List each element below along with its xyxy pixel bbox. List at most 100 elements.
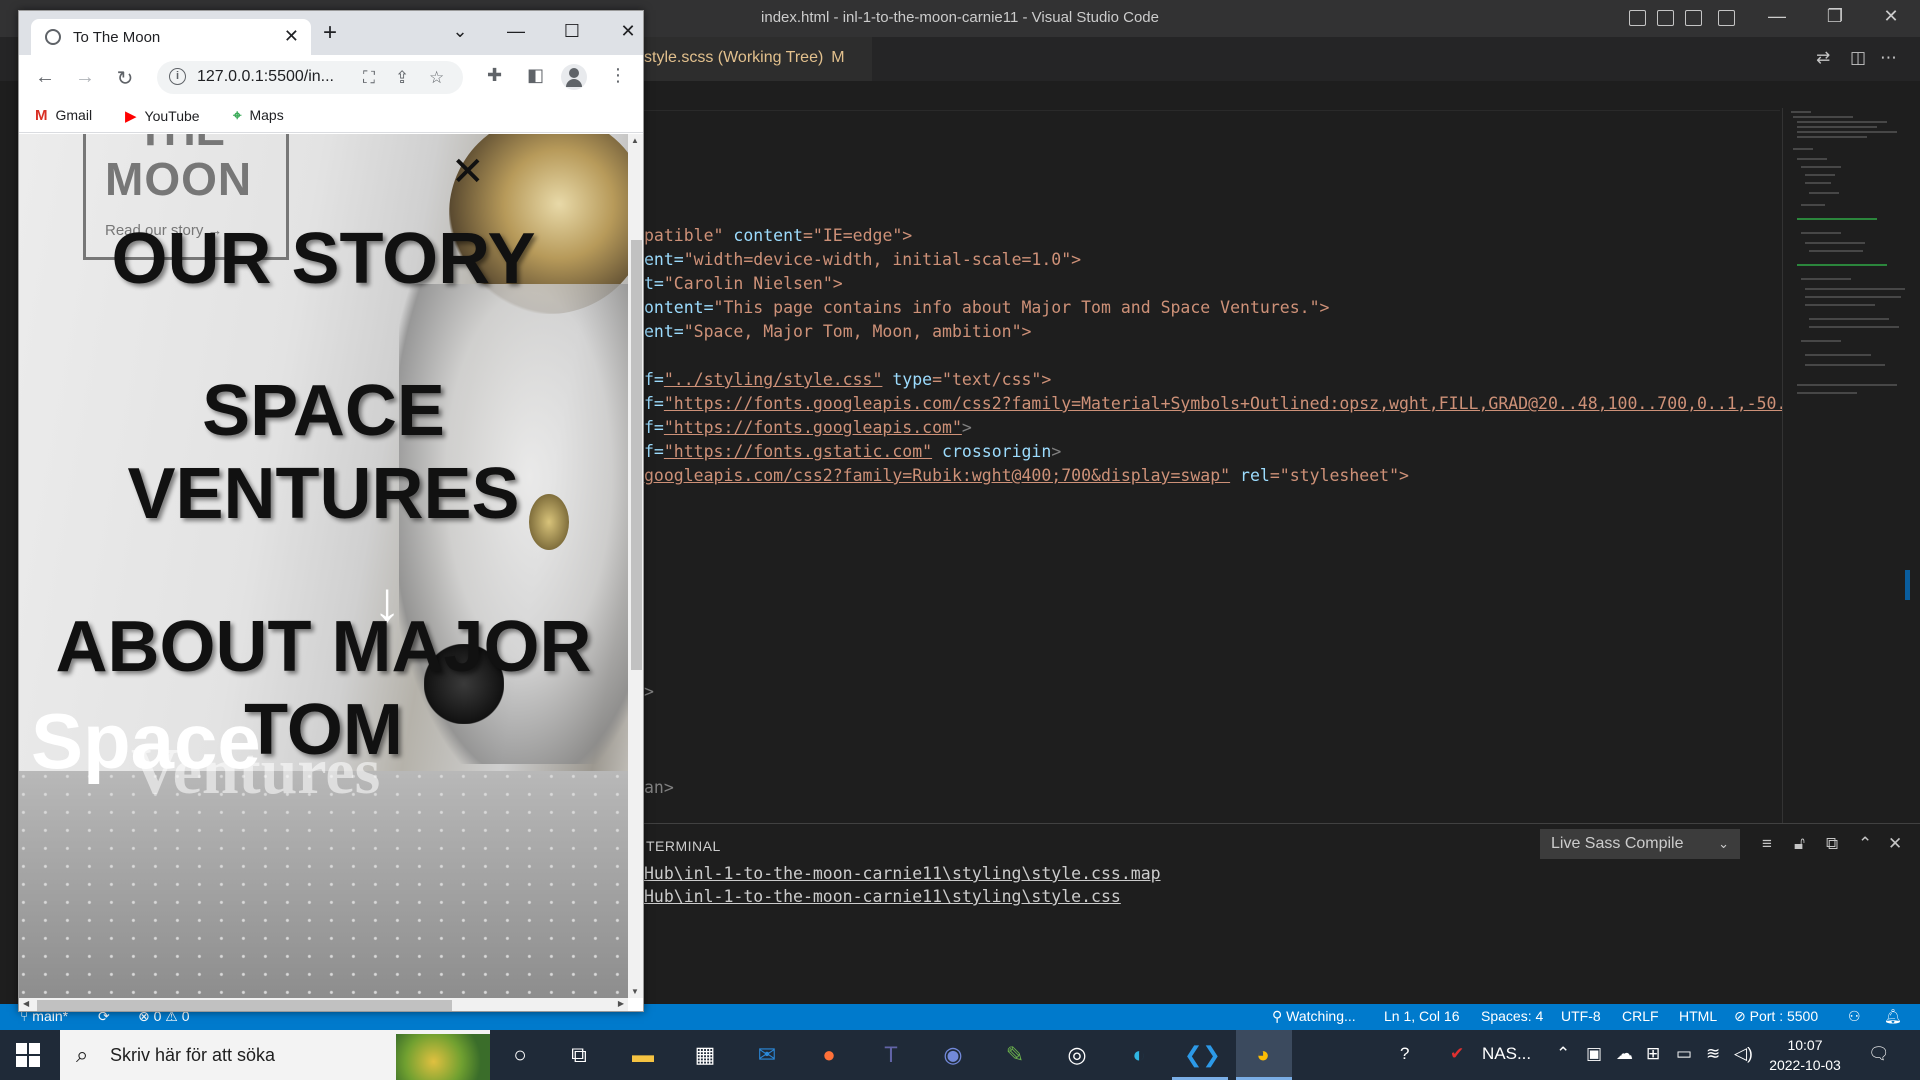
minimize-icon[interactable]: — bbox=[1762, 6, 1792, 27]
scroll-up-icon[interactable]: ▲ bbox=[631, 136, 639, 145]
reload-icon[interactable]: ↻ bbox=[113, 66, 137, 91]
task-view-icon[interactable]: ⧉ bbox=[562, 1038, 596, 1072]
github-desktop-icon[interactable]: ◎ bbox=[1060, 1038, 1094, 1072]
close-window-icon[interactable]: ✕ bbox=[613, 21, 643, 42]
more-actions-icon[interactable]: ⋯ bbox=[1880, 48, 1897, 68]
discord-icon[interactable]: ◉ bbox=[936, 1038, 970, 1072]
scroll-down-icon[interactable]: ▼ bbox=[631, 987, 639, 996]
nas-app-icon[interactable]: ✔ bbox=[1450, 1044, 1464, 1064]
translate-icon[interactable]: ⛶ bbox=[363, 68, 375, 88]
cortana-icon[interactable]: ○ bbox=[503, 1038, 537, 1072]
address-bar[interactable]: i 127.0.0.1:5500/in... ⛶ ⇪ ☆ bbox=[157, 61, 463, 94]
nas-label[interactable]: NAS... bbox=[1482, 1044, 1531, 1064]
window-title: index.html - inl-1-to-the-moon-carnie11 … bbox=[761, 9, 1159, 26]
maximize-panel-icon[interactable]: ⌃ bbox=[1858, 834, 1872, 854]
microsoft-store-icon[interactable]: ▦ bbox=[688, 1038, 722, 1072]
sass-watching[interactable]: ⚲ Watching... bbox=[1272, 1008, 1356, 1025]
notifications-center-icon[interactable]: 🗨︎ bbox=[1868, 1044, 1890, 1064]
language-mode[interactable]: HTML bbox=[1679, 1008, 1717, 1024]
customize-layout-icon[interactable] bbox=[1718, 10, 1735, 26]
scroll-left-icon[interactable]: ◀ bbox=[23, 999, 29, 1008]
browser-tab[interactable]: To The Moon ✕ bbox=[31, 19, 311, 55]
bookmark-youtube[interactable]: ▶ YouTube bbox=[125, 107, 200, 125]
chrome-icon[interactable]: ◕ bbox=[1246, 1038, 1280, 1072]
indentation[interactable]: Spaces: 4 bbox=[1481, 1008, 1543, 1024]
scroll-thumb[interactable] bbox=[631, 240, 642, 670]
chrome-menu-icon[interactable]: ⋮ bbox=[609, 65, 627, 86]
vertical-scrollbar[interactable]: ▲ ▼ bbox=[628, 134, 643, 998]
maximize-icon[interactable]: ☐ bbox=[557, 21, 587, 42]
scroll-right-icon[interactable]: ▶ bbox=[618, 999, 624, 1008]
encoding[interactable]: UTF-8 bbox=[1561, 1008, 1601, 1024]
split-editor-icon[interactable]: ◫ bbox=[1850, 48, 1866, 68]
vpn-icon[interactable]: ⊞ bbox=[1646, 1044, 1660, 1064]
menu-about-major-tom[interactable]: ABOUT MAJOR TOM bbox=[19, 606, 628, 772]
code-editor[interactable]: patible" content="IE=edge"> ent="width=d… bbox=[630, 111, 1816, 821]
help-icon[interactable]: ? bbox=[1400, 1044, 1409, 1064]
clear-output-icon[interactable]: ≡ bbox=[1762, 834, 1772, 854]
windows-start-icon[interactable] bbox=[16, 1043, 40, 1067]
vscode-icon[interactable]: ❮❯ bbox=[1184, 1038, 1221, 1072]
cursor-position[interactable]: Ln 1, Col 16 bbox=[1384, 1008, 1460, 1024]
meet-now-icon[interactable]: ▣ bbox=[1586, 1044, 1602, 1064]
forward-icon[interactable]: → bbox=[73, 66, 97, 89]
scroll-thumb[interactable] bbox=[37, 1000, 452, 1011]
terminal-line[interactable]: Hub\inl-1-to-the-moon-carnie11\styling\s… bbox=[644, 887, 1121, 906]
edge-icon[interactable]: ◐ bbox=[1122, 1038, 1156, 1072]
terminal-line[interactable]: Hub\inl-1-to-the-moon-carnie11\styling\s… bbox=[644, 864, 1161, 883]
teams-icon[interactable]: T bbox=[874, 1038, 908, 1072]
menu-our-story[interactable]: OUR STORY bbox=[19, 218, 628, 301]
toggle-sidebar-icon[interactable] bbox=[1629, 10, 1646, 26]
notifications-icon[interactable]: 🔔︎ bbox=[1884, 1008, 1902, 1025]
minimize-icon[interactable]: — bbox=[501, 21, 531, 42]
close-tab-icon[interactable]: ✕ bbox=[284, 26, 299, 47]
system-clock[interactable]: 10:07 2022-10-03 bbox=[1760, 1035, 1850, 1075]
youtube-icon: ▶ bbox=[125, 108, 137, 125]
open-changes-icon[interactable]: ⇄ bbox=[1816, 48, 1830, 68]
close-menu-icon[interactable]: ✕ bbox=[451, 152, 485, 192]
clock-date: 2022-10-03 bbox=[1769, 1057, 1841, 1073]
tab-style-scss[interactable]: style.scss (Working Tree) M bbox=[630, 37, 872, 81]
share-icon[interactable]: ⇪ bbox=[395, 68, 409, 88]
firefox-icon[interactable]: ● bbox=[812, 1038, 846, 1072]
page-viewport[interactable]: THE MOON Read our story → ✕ OUR STORY SP… bbox=[19, 134, 628, 998]
live-server-port[interactable]: ⊘ Port : 5500 bbox=[1734, 1008, 1818, 1025]
volume-icon[interactable]: ◁) bbox=[1734, 1044, 1753, 1064]
accounts-icon[interactable]: ⚇ bbox=[1848, 1008, 1861, 1025]
horizontal-scrollbar[interactable]: ◀ ▶ bbox=[19, 998, 628, 1011]
side-panel-icon[interactable]: ◧ bbox=[527, 65, 544, 86]
wifi-icon[interactable]: ≋ bbox=[1706, 1044, 1720, 1064]
notepad-plus-icon[interactable]: ✎ bbox=[998, 1038, 1032, 1072]
battery-icon[interactable]: ▭ bbox=[1676, 1044, 1692, 1064]
tab-search-icon[interactable]: ⌄ bbox=[445, 21, 475, 42]
file-explorer-icon[interactable]: ▬ bbox=[626, 1038, 660, 1072]
taskbar-search[interactable]: ⌕ Skriv här för att söka bbox=[60, 1030, 490, 1080]
close-panel-icon[interactable]: ✕ bbox=[1888, 834, 1902, 854]
bookmark-gmail[interactable]: M Gmail bbox=[35, 107, 92, 124]
panel-title[interactable]: TERMINAL bbox=[646, 838, 721, 854]
new-tab-button[interactable]: + bbox=[323, 21, 337, 45]
onedrive-icon[interactable]: ☁ bbox=[1616, 1044, 1633, 1064]
mail-icon[interactable]: ✉ bbox=[750, 1038, 784, 1072]
toggle-panel-icon[interactable] bbox=[1657, 10, 1674, 26]
bookmark-star-icon[interactable]: ☆ bbox=[429, 68, 444, 88]
show-hidden-icons-icon[interactable]: ⌃ bbox=[1556, 1044, 1570, 1064]
menu-space-ventures[interactable]: SPACE VENTURES bbox=[19, 370, 628, 536]
bookmark-maps[interactable]: ⌖ Maps bbox=[233, 107, 284, 124]
open-in-editor-icon[interactable]: ⧉ bbox=[1826, 834, 1838, 854]
output-channel-select[interactable]: Live Sass Compile ⌄ bbox=[1540, 829, 1740, 859]
line-ending[interactable]: CRLF bbox=[1622, 1008, 1659, 1024]
site-info-icon[interactable]: i bbox=[169, 68, 186, 85]
back-icon[interactable]: ← bbox=[33, 66, 57, 89]
close-icon[interactable]: ✕ bbox=[1876, 6, 1906, 27]
url-text: 127.0.0.1:5500/in... bbox=[197, 68, 334, 85]
extensions-icon[interactable]: ✚ bbox=[487, 65, 502, 86]
tab-label: style.scss (Working Tree) bbox=[644, 49, 824, 66]
lock-scroll-icon[interactable]: 🔓︎ bbox=[1794, 834, 1805, 854]
restore-icon[interactable]: ❐ bbox=[1820, 6, 1850, 27]
minimap[interactable] bbox=[1782, 108, 1905, 828]
profile-avatar[interactable] bbox=[561, 64, 587, 90]
hero-title-moon: MOON bbox=[105, 153, 253, 205]
chrome-window: To The Moon ✕ + ⌄ — ☐ ✕ ← → ↻ i 127.0.0.… bbox=[18, 10, 644, 1012]
toggle-secondary-sidebar-icon[interactable] bbox=[1685, 10, 1702, 26]
